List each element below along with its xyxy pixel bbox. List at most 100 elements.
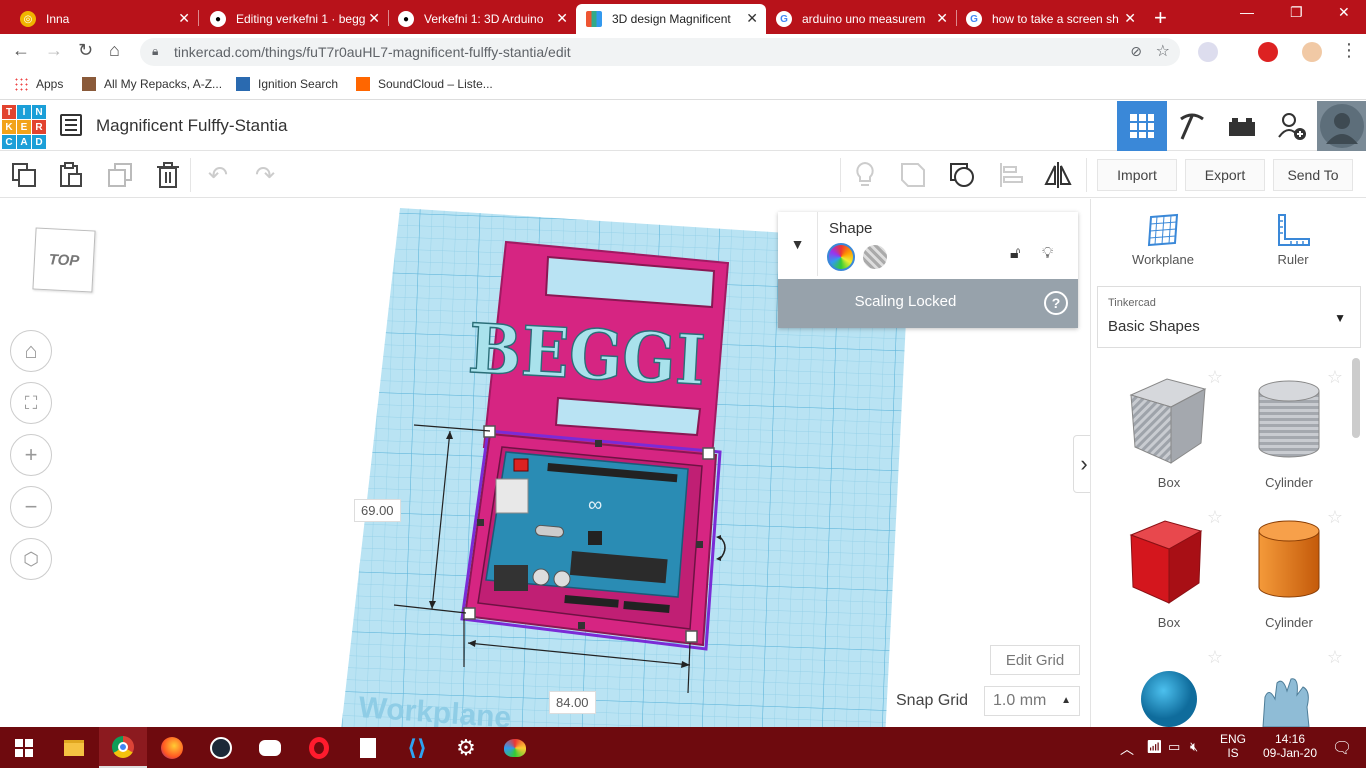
collapse-panel-button[interactable]: ›: [1073, 435, 1090, 493]
settings-taskbar-button[interactable]: ⚙: [442, 727, 490, 768]
chevron-up-icon[interactable]: ︿: [1120, 739, 1134, 759]
design-title[interactable]: Magnificent Fulffy-Stantia: [96, 116, 288, 136]
firefox-taskbar-button[interactable]: [148, 727, 196, 768]
3d-workspace[interactable]: Workplane BEGGI ∞ 69.00 84.00 TOP ⌂ ⛶ + …: [0, 199, 1090, 727]
shape-sphere-blue[interactable]: ☆: [1109, 647, 1229, 727]
shape-box-gray[interactable]: Box ☆: [1109, 367, 1229, 497]
unlock-icon[interactable]: 🔓︎: [1010, 245, 1020, 263]
group-button[interactable]: [898, 160, 928, 190]
clock[interactable]: 14:16 09-Jan-20: [1258, 732, 1322, 760]
close-icon[interactable]: ✕: [368, 10, 380, 27]
favorite-star-icon[interactable]: ☆: [1327, 367, 1343, 388]
favorite-star-icon[interactable]: ☆: [1327, 507, 1343, 528]
discord-taskbar-button[interactable]: [246, 727, 294, 768]
url-text[interactable]: tinkercad.com/things/fuT7r0auHL7-magnifi…: [174, 44, 571, 60]
ortho-view-button[interactable]: ⬡: [10, 538, 52, 580]
solid-color-swatch[interactable]: [827, 243, 855, 271]
bricks-view-button[interactable]: [1217, 101, 1267, 151]
tab-arduino-uno[interactable]: G arduino uno measurem ✕: [766, 4, 956, 34]
zoom-out-button[interactable]: −: [10, 486, 52, 528]
tab-verkefni-3d[interactable]: ● Verkefni 1: 3D Arduino ✕: [388, 4, 576, 34]
user-avatar[interactable]: [1317, 101, 1366, 151]
tab-inna[interactable]: ◎ Inna ✕: [10, 4, 198, 34]
shape-library-select[interactable]: Tinkercad Basic Shapes ▼: [1097, 286, 1361, 348]
minimize-button[interactable]: —: [1240, 4, 1254, 20]
help-icon[interactable]: ?: [1044, 291, 1068, 315]
add-user-button[interactable]: [1267, 101, 1317, 151]
height-dimension-label[interactable]: 69.00: [354, 499, 401, 522]
bookmark-star-icon[interactable]: ☆: [1156, 41, 1170, 61]
shape-cylinder-orange[interactable]: Cylinder ☆: [1229, 507, 1349, 637]
battery-icon[interactable]: ▭: [1168, 739, 1180, 755]
wifi-icon[interactable]: 📶︎: [1146, 739, 1163, 755]
redo-icon[interactable]: ↷: [250, 160, 280, 190]
home-view-button[interactable]: ⌂: [10, 330, 52, 372]
file-explorer-button[interactable]: [50, 727, 98, 768]
close-icon[interactable]: ✕: [936, 10, 948, 27]
home-icon[interactable]: ⌂: [109, 40, 120, 61]
omnibox[interactable]: 🔒︎ tinkercad.com/things/fuT7r0auHL7-magn…: [140, 38, 1180, 66]
favorite-star-icon[interactable]: ☆: [1207, 367, 1223, 388]
inspector-collapse-button[interactable]: ▼: [778, 212, 818, 276]
show-notes-button[interactable]: [850, 160, 880, 190]
width-dimension-label[interactable]: 84.00: [549, 691, 596, 714]
tab-3d-design[interactable]: 3D design Magnificent ✕: [576, 4, 766, 34]
export-button[interactable]: Export: [1185, 159, 1265, 191]
zoom-in-button[interactable]: +: [10, 434, 52, 476]
close-icon[interactable]: ✕: [556, 10, 568, 27]
bookmark-repacks[interactable]: All My Repacks, A-Z...: [82, 77, 222, 91]
fit-view-button[interactable]: ⛶: [10, 382, 52, 424]
close-icon[interactable]: ✕: [1124, 10, 1136, 27]
shape-box-red[interactable]: Box ☆: [1109, 507, 1229, 637]
design-list-icon[interactable]: [60, 114, 82, 136]
close-icon[interactable]: ✕: [178, 10, 190, 27]
ruler-tool[interactable]: Ruler: [1253, 213, 1333, 267]
undo-icon[interactable]: ↶: [203, 160, 233, 190]
favorite-star-icon[interactable]: ☆: [1327, 647, 1343, 668]
bookmark-apps[interactable]: Apps: [14, 77, 63, 91]
edit-grid-button[interactable]: Edit Grid: [990, 645, 1080, 675]
shape-cylinder-gray[interactable]: Cylinder ☆: [1229, 367, 1349, 497]
3d-view-button[interactable]: [1117, 101, 1167, 151]
ungroup-button[interactable]: [947, 160, 977, 190]
profile-avatar-icon[interactable]: [1302, 42, 1322, 62]
maximize-button[interactable]: ❐: [1290, 4, 1303, 21]
back-arrow-icon[interactable]: ←: [12, 40, 30, 61]
opera-taskbar-button[interactable]: [295, 727, 343, 768]
chrome-taskbar-button[interactable]: [99, 727, 147, 768]
steam-taskbar-button[interactable]: [197, 727, 245, 768]
delete-button[interactable]: [153, 160, 183, 190]
tinkercad-logo[interactable]: T I N K E R C A D: [2, 105, 46, 149]
vscode-taskbar-button[interactable]: ⟨⟩: [393, 727, 441, 768]
mirror-button[interactable]: [1043, 160, 1073, 190]
reload-icon[interactable]: ↻: [78, 40, 93, 61]
paint-taskbar-button[interactable]: [491, 727, 539, 768]
notepad-taskbar-button[interactable]: [344, 727, 392, 768]
volume-muted-icon[interactable]: 🔇︎: [1190, 739, 1198, 755]
window-close-button[interactable]: ✕: [1338, 4, 1350, 21]
new-tab-button[interactable]: +: [1154, 5, 1167, 31]
extension-badge-icon[interactable]: [1258, 42, 1278, 62]
blocks-view-button[interactable]: [1167, 101, 1217, 151]
tab-editing-verkefni[interactable]: ● Editing verkefni 1 · begg ✕: [200, 4, 388, 34]
menu-kebab-icon[interactable]: ⋮: [1340, 40, 1358, 61]
send-to-button[interactable]: Send To: [1273, 159, 1353, 191]
copy-button[interactable]: [9, 160, 39, 190]
view-cube[interactable]: TOP: [32, 227, 96, 293]
extension-skype-icon[interactable]: [1198, 42, 1218, 62]
duplicate-button[interactable]: [105, 160, 135, 190]
import-button[interactable]: Import: [1097, 159, 1177, 191]
start-button[interactable]: [0, 727, 48, 768]
favorite-star-icon[interactable]: ☆: [1207, 507, 1223, 528]
workplane-tool[interactable]: Workplane: [1123, 213, 1203, 267]
bookmark-soundcloud[interactable]: SoundCloud – Liste...: [356, 77, 493, 91]
forward-arrow-icon[interactable]: →: [45, 40, 63, 61]
bookmark-ignition[interactable]: Ignition Search: [236, 77, 338, 91]
paste-button[interactable]: [56, 160, 86, 190]
site-settings-icon[interactable]: ⊘: [1130, 43, 1142, 60]
close-icon[interactable]: ✕: [746, 10, 758, 27]
hole-swatch[interactable]: [863, 245, 887, 269]
notifications-icon[interactable]: 🗨︎: [1332, 738, 1352, 758]
shapes-scrollbar[interactable]: [1352, 358, 1360, 438]
favorite-star-icon[interactable]: ☆: [1207, 647, 1223, 668]
